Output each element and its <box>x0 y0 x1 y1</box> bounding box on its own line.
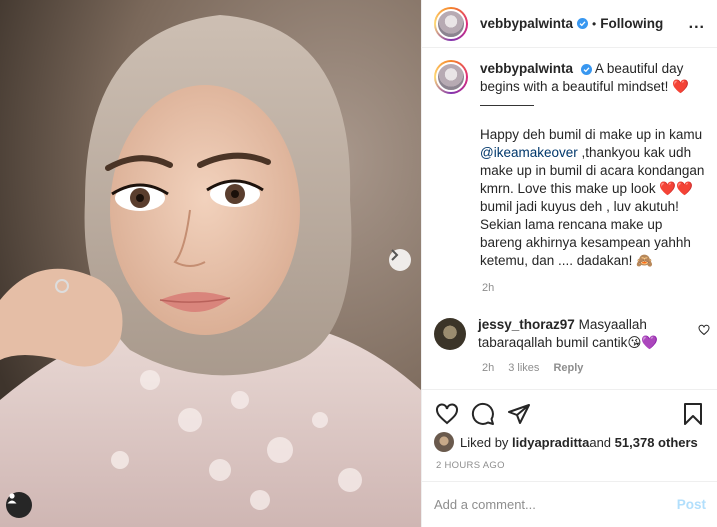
mention-link[interactable]: @ikeamakeover <box>480 145 578 160</box>
more-options-icon[interactable]: ... <box>689 15 705 33</box>
user-tag-icon <box>7 493 17 504</box>
following-button[interactable]: Following <box>600 16 663 31</box>
share-button[interactable] <box>506 401 532 427</box>
comment-like-icon[interactable] <box>698 324 710 336</box>
post-details-panel: vebbypalwinta • Following ... vebbypalwi… <box>421 0 717 527</box>
save-button[interactable] <box>680 401 706 427</box>
comment-icon <box>471 402 494 425</box>
share-icon <box>508 403 530 424</box>
caption-block: vebbypalwinta A beautiful day begins wit… <box>434 60 710 294</box>
comment-time: 2h <box>482 362 495 374</box>
action-bar <box>422 389 717 437</box>
next-arrow-icon <box>391 249 399 261</box>
likes-others[interactable]: 51,378 others <box>615 435 698 450</box>
comment-text: jessy_thoraz97 Masyaallah tabaraqallah b… <box>478 316 688 352</box>
post-timestamp[interactable]: 2 HOURS AGO <box>436 460 505 471</box>
commenter-avatar[interactable] <box>434 318 466 350</box>
comment-likes[interactable]: 3 likes <box>508 362 539 374</box>
likes-and: and <box>589 434 612 450</box>
author-avatar[interactable] <box>434 6 468 41</box>
liker-avatar[interactable] <box>434 432 454 452</box>
caption-para-before: Happy deh bumil di make up in kamu <box>480 127 703 142</box>
caption-username[interactable]: vebbypalwinta <box>480 61 573 76</box>
comment-meta: 2h 3 likes Reply <box>482 362 583 374</box>
caption-para-after: ,thankyou kak udh make up in bumil di ac… <box>480 145 705 268</box>
post-header: vebbypalwinta • Following ... <box>422 0 717 48</box>
caption-paragraph: Happy deh bumil di make up in kamu @ikea… <box>480 126 706 270</box>
likes-prefix: Liked by <box>460 434 509 450</box>
caption-time: 2h <box>482 282 495 294</box>
verified-badge-icon <box>577 18 589 29</box>
post-photo[interactable] <box>0 0 421 527</box>
comment-item: jessy_thoraz97 Masyaallah tabaraqallah b… <box>434 316 710 352</box>
like-button[interactable] <box>434 401 460 427</box>
post-comment-button[interactable]: Post <box>677 497 706 512</box>
liker-username[interactable]: lidyapraditta <box>512 435 589 450</box>
author-username[interactable]: vebbypalwinta <box>480 16 573 31</box>
next-photo-button[interactable] <box>389 249 411 271</box>
likes-summary: Liked by lidyapraditta and 51,378 others <box>434 432 698 452</box>
commenter-username[interactable]: jessy_thoraz97 <box>478 317 575 332</box>
add-comment-bar: Post <box>422 481 717 527</box>
bookmark-icon <box>684 402 702 425</box>
caption-avatar[interactable] <box>434 60 468 94</box>
heart-icon <box>436 402 458 424</box>
comment-button[interactable] <box>470 401 496 427</box>
user-tag-button[interactable] <box>6 492 32 518</box>
verified-badge-icon <box>580 63 592 75</box>
reply-button[interactable]: Reply <box>553 362 583 374</box>
separator-dot: • <box>592 16 597 31</box>
portrait-illustration <box>0 0 421 527</box>
caption-divider: ———— <box>480 97 534 112</box>
caption-text: vebbypalwinta A beautiful day begins wit… <box>480 60 706 270</box>
comment-input[interactable] <box>434 497 677 512</box>
